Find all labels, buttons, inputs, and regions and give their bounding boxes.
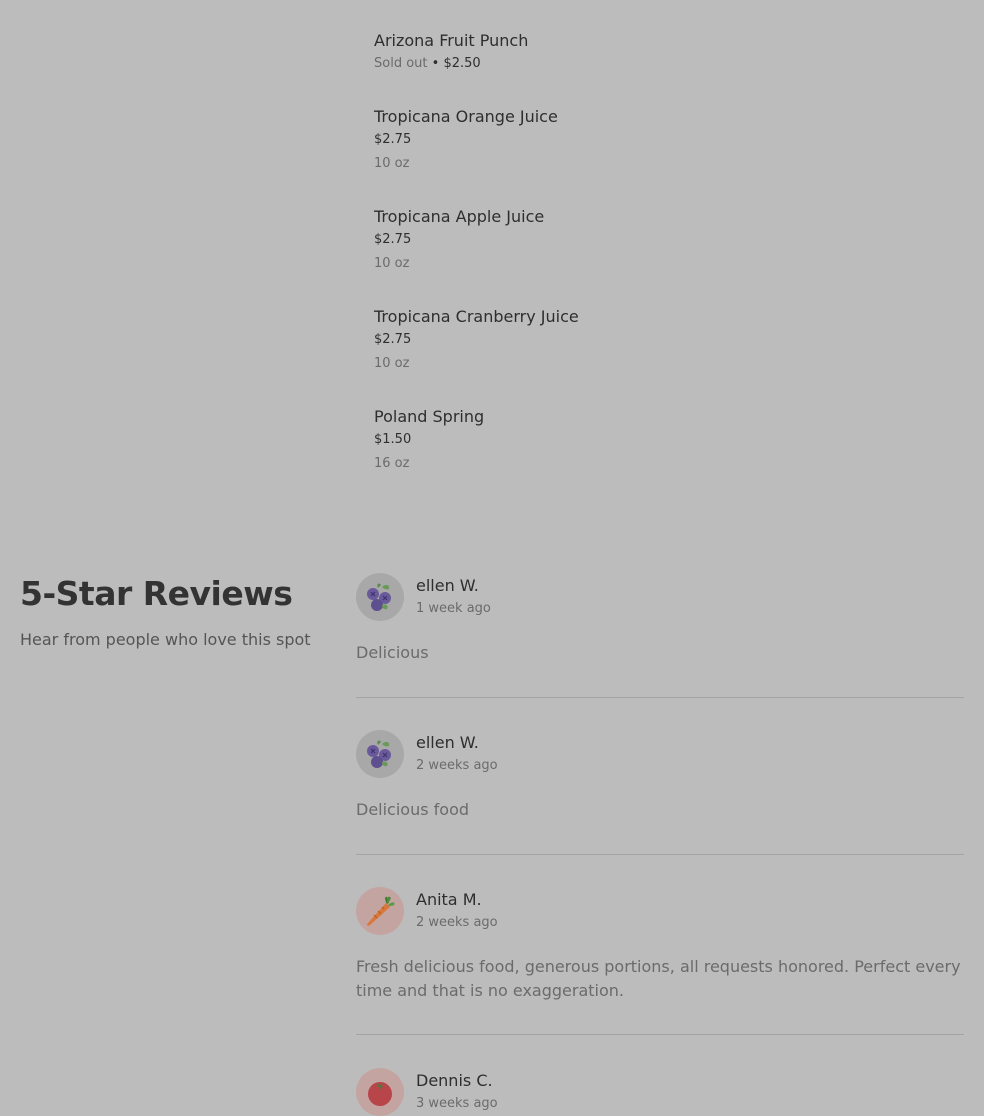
separator-dot: • <box>431 56 440 71</box>
reviewer-name: ellen W. <box>416 733 479 752</box>
menu-item-name: Poland Spring <box>374 407 485 426</box>
menu-item-name: Arizona Fruit Punch <box>374 31 529 50</box>
reviewer-name: ellen W. <box>416 576 479 595</box>
review-divider <box>356 854 964 855</box>
carrot-icon <box>367 896 395 926</box>
reviews-header: 5-Star Reviews Hear from people who love… <box>20 570 320 650</box>
blueberry-icon <box>367 740 391 768</box>
review-head: ellen W. 2 weeks ago <box>356 730 964 778</box>
reviews-title: 5-Star Reviews <box>20 574 293 613</box>
review-meta: ellen W. 2 weeks ago <box>416 730 498 774</box>
menu-item-tropicana-orange-juice[interactable]: Tropicana Orange Juice $2.75 10 oz <box>374 107 558 172</box>
review-card: ellen W. 2 weeks ago Delicious food <box>356 730 964 822</box>
reviewer-name: Dennis C. <box>416 1071 493 1090</box>
menu-item-price: $2.75 <box>374 332 412 347</box>
avatar <box>356 730 404 778</box>
review-date: 3 weeks ago <box>416 1096 498 1111</box>
reviews-subtitle: Hear from people who love this spot <box>20 630 311 649</box>
review-card: Anita M. 2 weeks ago Fresh delicious foo… <box>356 887 964 1003</box>
menu-item-price: $2.75 <box>374 132 412 147</box>
menu-item-price: $2.50 <box>443 56 481 71</box>
avatar <box>356 573 404 621</box>
review-meta: ellen W. 1 week ago <box>416 573 491 617</box>
avatar <box>356 1068 404 1116</box>
menu-item-name: Tropicana Orange Juice <box>374 107 558 126</box>
review-head: ellen W. 1 week ago <box>356 573 964 621</box>
review-text: Fresh delicious food, generous portions,… <box>356 957 961 1000</box>
menu-item-tropicana-apple-juice[interactable]: Tropicana Apple Juice $2.75 10 oz <box>374 207 544 272</box>
menu-item-name: Tropicana Cranberry Juice <box>374 307 579 326</box>
review-card: ellen W. 1 week ago Delicious <box>356 573 964 665</box>
reviewer-name: Anita M. <box>416 890 482 909</box>
menu-item-size: 10 oz <box>374 156 410 171</box>
review-text: Delicious <box>356 643 429 662</box>
menu-item-price: $1.50 <box>374 432 412 447</box>
menu-item-arizona-fruit-punch[interactable]: Arizona Fruit Punch Sold out • $2.50 <box>374 31 528 72</box>
review-date: 2 weeks ago <box>416 758 498 773</box>
review-head: Anita M. 2 weeks ago <box>356 887 964 935</box>
menu-item-poland-spring[interactable]: Poland Spring $1.50 16 oz <box>374 407 484 472</box>
menu-item-size: 16 oz <box>374 456 410 471</box>
review-meta: Dennis C. 3 weeks ago <box>416 1068 498 1112</box>
menu-item-size: 10 oz <box>374 356 410 371</box>
tomato-icon <box>368 1082 392 1106</box>
review-divider <box>356 1034 964 1035</box>
review-divider <box>356 697 964 698</box>
menu-item-tropicana-cranberry-juice[interactable]: Tropicana Cranberry Juice $2.75 10 oz <box>374 307 579 372</box>
review-head: Dennis C. 3 weeks ago <box>356 1068 964 1116</box>
menu-item-meta: Sold out • $2.50 <box>374 56 528 72</box>
menu-item-size: 10 oz <box>374 256 410 271</box>
blueberry-icon <box>367 583 391 611</box>
menu-item-name: Tropicana Apple Juice <box>374 207 545 226</box>
review-meta: Anita M. 2 weeks ago <box>416 887 498 931</box>
review-text: Delicious food <box>356 800 470 819</box>
review-date: 2 weeks ago <box>416 915 498 930</box>
menu-item-price: $2.75 <box>374 232 412 247</box>
review-card: Dennis C. 3 weeks ago <box>356 1068 964 1116</box>
review-date: 1 week ago <box>416 601 491 616</box>
avatar <box>356 887 404 935</box>
sold-out-label: Sold out <box>374 56 428 71</box>
